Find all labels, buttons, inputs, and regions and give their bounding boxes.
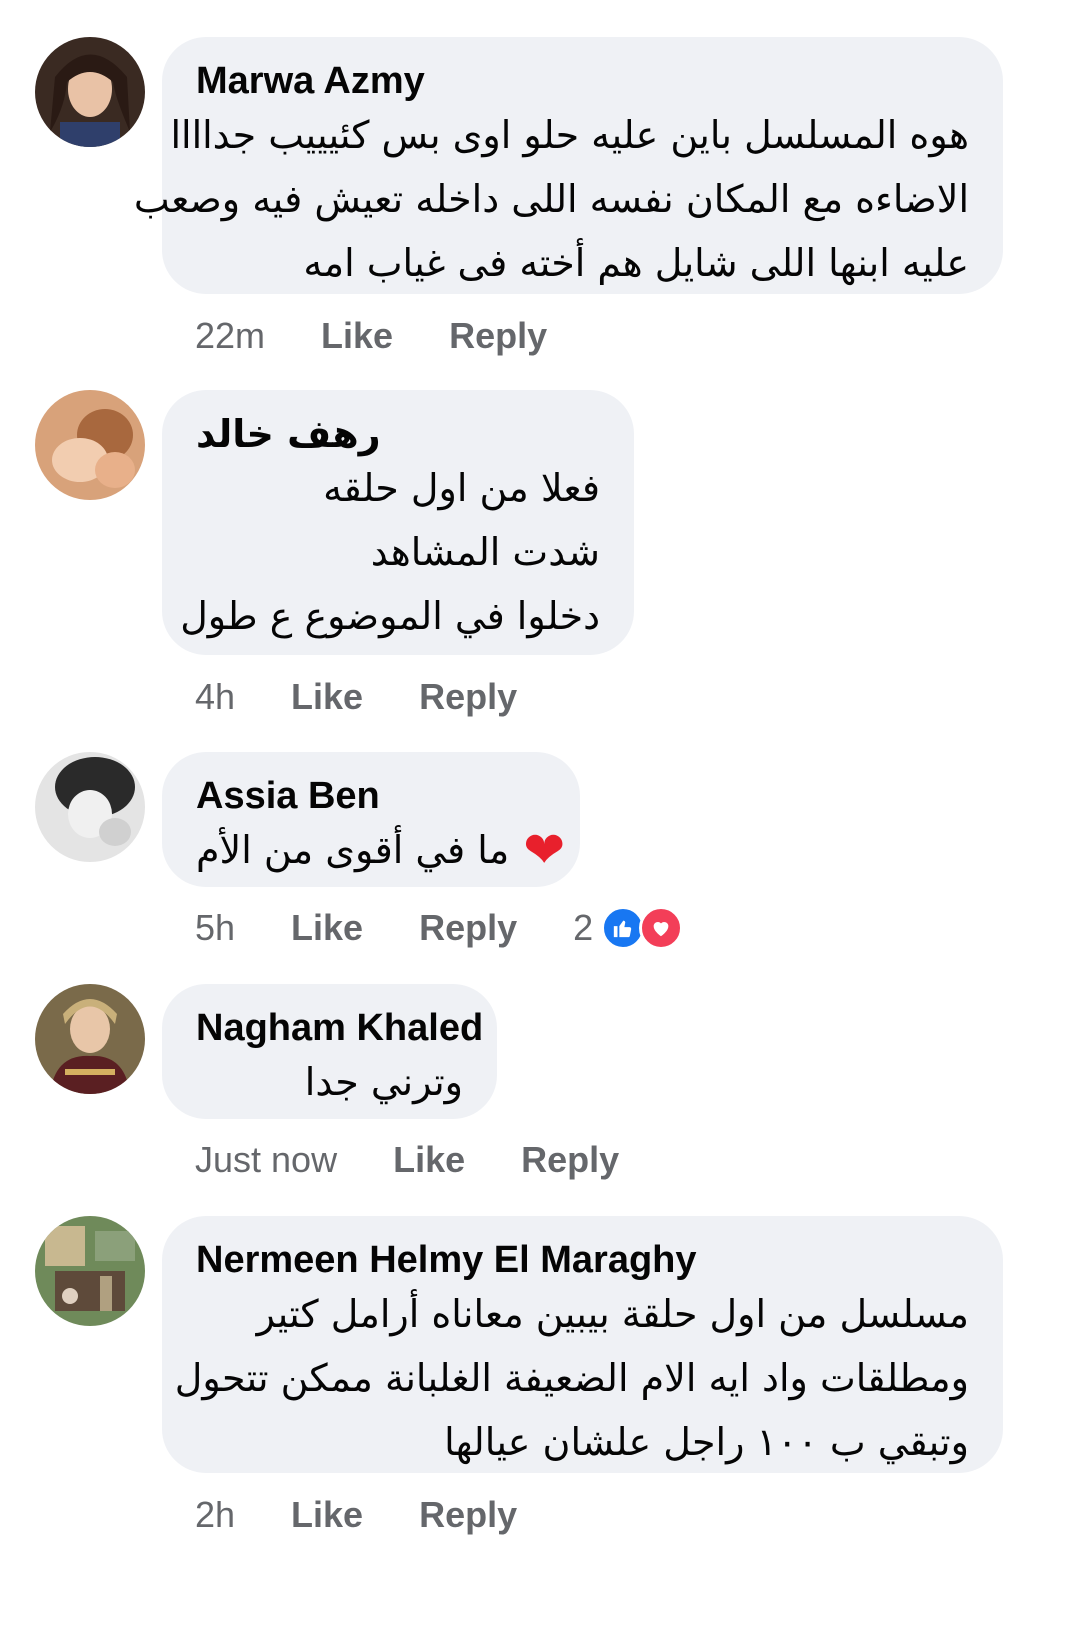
comment-bubble: رهف خالد فعلا من اول حلقه شدت المشاهد دخ… — [162, 390, 634, 655]
comment-actions: 2h Like Reply — [195, 1490, 573, 1540]
comment-author[interactable]: Assia Ben — [196, 774, 546, 818]
comment-bubble: Nermeen Helmy El Maraghy مسلسل من اول حل… — [162, 1216, 1003, 1473]
avatar[interactable] — [35, 37, 145, 147]
comment-actions: 22m Like Reply — [195, 311, 603, 361]
reply-button[interactable]: Reply — [419, 907, 517, 949]
comment-time[interactable]: 22m — [195, 315, 265, 357]
comment-text-line: عليه ابنها اللى شايل هم أخته فى غياب امه — [303, 241, 969, 285]
avatar[interactable] — [35, 752, 145, 862]
reply-button[interactable]: Reply — [521, 1139, 619, 1181]
comment-text: ما في أقوى من الأم — [196, 828, 510, 872]
comment-time[interactable]: 5h — [195, 907, 235, 949]
comment-text-line: الاضاءه مع المكان نفسه اللى داخله تعيش ف… — [133, 177, 969, 221]
comment-time[interactable]: 4h — [195, 676, 235, 718]
comment-bubble: Nagham Khaled وترني جدا — [162, 984, 497, 1119]
love-reaction-icon — [639, 906, 684, 950]
comment-actions: 5h Like Reply 2 — [195, 903, 684, 953]
comment-author[interactable]: Nermeen Helmy El Maraghy — [196, 1238, 969, 1282]
comment-bubble: Assia Ben ❤ ما في أقوى من الأم — [162, 752, 580, 887]
like-button[interactable]: Like — [291, 1494, 363, 1536]
avatar[interactable] — [35, 1216, 145, 1326]
comment-text-line: هوه المسلسل باين عليه حلو اوى بس كئيييب … — [170, 113, 969, 157]
comment-text-line: فعلا من اول حلقه — [323, 466, 600, 510]
like-button[interactable]: Like — [291, 676, 363, 718]
comment-actions: 4h Like Reply — [195, 672, 573, 722]
reply-button[interactable]: Reply — [419, 676, 517, 718]
like-button[interactable]: Like — [291, 907, 363, 949]
comment-bubble: Marwa Azmy هوه المسلسل باين عليه حلو اوى… — [133, 37, 1003, 294]
comment-author[interactable]: رهف خالد — [196, 412, 381, 456]
comment-time[interactable]: 2h — [195, 1494, 235, 1536]
comment-text-line: وتبقي ب ١٠٠ راجل علشان عيالها — [444, 1420, 969, 1464]
avatar[interactable] — [35, 984, 145, 1094]
comment-time[interactable]: Just now — [195, 1139, 337, 1181]
comment-text-line: شدت المشاهد — [370, 530, 600, 574]
avatar[interactable] — [35, 390, 145, 500]
comment-text-line: دخلوا في الموضوع ع طول — [180, 594, 600, 638]
comment-text-line: مسلسل من اول حلقة بيبين معاناه أرامل كتي… — [256, 1292, 969, 1336]
reply-button[interactable]: Reply — [419, 1494, 517, 1536]
like-button[interactable]: Like — [321, 315, 393, 357]
reply-button[interactable]: Reply — [449, 315, 547, 357]
comment-text-line: ❤ ما في أقوى من الأم — [196, 818, 565, 882]
comment-author[interactable]: Marwa Azmy — [196, 59, 969, 103]
comment-actions: Just now Like Reply — [195, 1135, 675, 1185]
comment-author[interactable]: Nagham Khaled — [196, 1006, 483, 1050]
reaction-count: 2 — [573, 907, 594, 948]
red-heart-emoji: ❤ — [523, 821, 566, 879]
comment-text-line: وترني جدا — [304, 1060, 463, 1104]
like-button[interactable]: Like — [393, 1139, 465, 1181]
comment-text-line: ومطلقات واد ايه الام الضعيفة الغلبانة مم… — [174, 1356, 969, 1400]
reactions-summary[interactable]: 2 — [573, 906, 684, 950]
